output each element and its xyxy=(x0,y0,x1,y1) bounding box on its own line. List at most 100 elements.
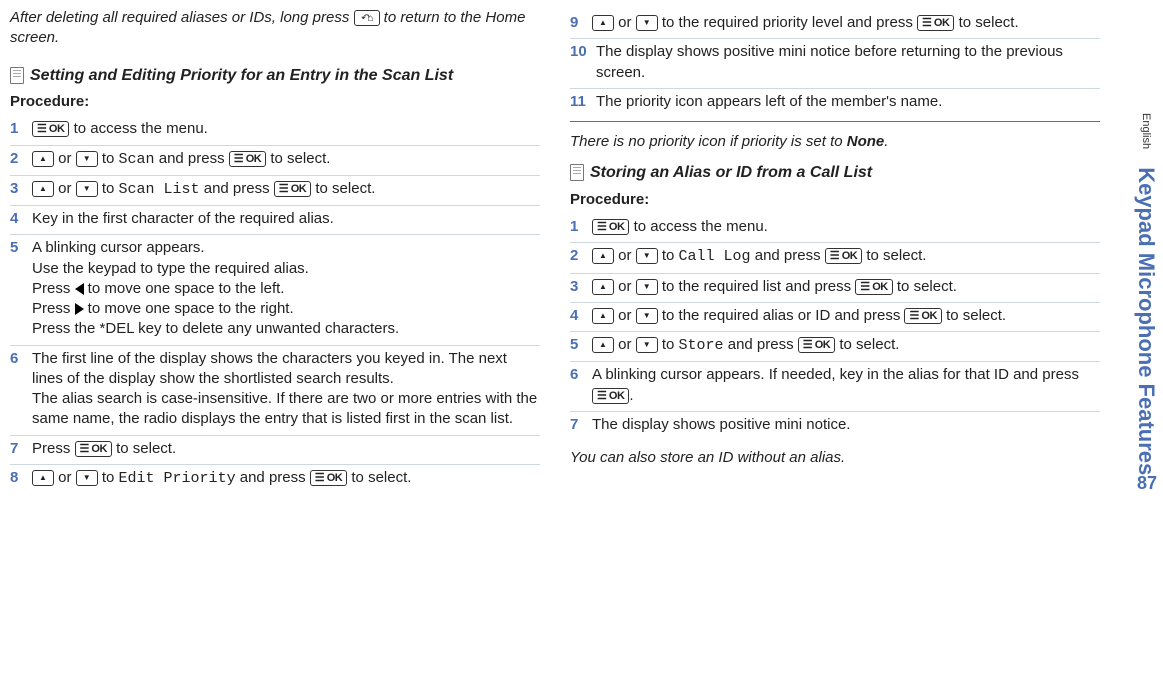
up-arrow-key-icon xyxy=(592,248,614,264)
side-tab: English Keypad Microphone Features xyxy=(1129,0,1163,640)
r-step-7: 7 The display shows positive mini notice… xyxy=(570,411,1100,438)
step-number: 8 xyxy=(10,468,32,488)
step-8: 8 or to Edit Priority and press ☰ OK to … xyxy=(10,464,540,492)
section1-text: Setting and Editing Priority for an Entr… xyxy=(30,67,453,84)
ok-key-icon: ☰ OK xyxy=(825,248,862,264)
step-number: 1 xyxy=(570,217,592,237)
step-body: or to Store and press ☰ OK to select. xyxy=(592,335,1100,356)
procedure-label-1: Procedure: xyxy=(10,92,540,112)
ok-key-icon: ☰ OK xyxy=(855,279,892,295)
step-number: 7 xyxy=(10,439,32,459)
ok-key-icon: ☰ OK xyxy=(917,15,954,31)
step-body: or to Edit Priority and press ☰ OK to se… xyxy=(32,468,540,489)
step-body: The display shows positive mini notice. xyxy=(592,415,1100,435)
ok-key-icon: ☰ OK xyxy=(798,337,835,353)
section-heading-1: Setting and Editing Priority for an Entr… xyxy=(30,65,540,87)
step-number: 2 xyxy=(570,246,592,266)
step-body: The first line of the display shows the … xyxy=(32,349,540,430)
step-2: 2 or to Scan and press ☰ OK to select. xyxy=(10,145,540,173)
menu-target: Scan List xyxy=(119,181,200,198)
step-number: 1 xyxy=(10,119,32,139)
step-1: 1 ☰ OK to access the menu. xyxy=(10,116,540,142)
ok-key-icon: ☰ OK xyxy=(75,441,112,457)
menu-target: Edit Priority xyxy=(119,470,236,487)
divider xyxy=(570,121,1100,122)
ok-key-icon: ☰ OK xyxy=(32,121,69,137)
step-number: 2 xyxy=(10,149,32,169)
up-arrow-key-icon xyxy=(592,308,614,324)
ok-key-icon: ☰ OK xyxy=(310,470,347,486)
step-body: ☰ OK to access the menu. xyxy=(592,217,1100,237)
step-5: 5 A blinking cursor appears. Use the key… xyxy=(10,234,540,342)
step-number: 7 xyxy=(570,415,592,435)
down-arrow-key-icon xyxy=(636,248,658,264)
step-body: or to Call Log and press ☰ OK to select. xyxy=(592,246,1100,267)
r-step-1: 1 ☰ OK to access the menu. xyxy=(570,214,1100,240)
step-3: 3 or to Scan List and press ☰ OK to sele… xyxy=(10,175,540,203)
document-icon xyxy=(570,164,584,181)
home-key-icon xyxy=(354,10,380,26)
down-arrow-key-icon xyxy=(636,308,658,324)
menu-target: Store xyxy=(679,337,724,354)
r-step-4: 4 or to the required alias or ID and pre… xyxy=(570,302,1100,329)
page-number: 87 xyxy=(1137,473,1157,494)
step-number: 5 xyxy=(10,238,32,258)
step-7: 7 Press ☰ OK to select. xyxy=(10,435,540,462)
step-number: 4 xyxy=(10,209,32,229)
step-4: 4 Key in the first character of the requ… xyxy=(10,205,540,232)
section-heading-2: Storing an Alias or ID from a Call List xyxy=(590,162,1100,184)
step-number: 11 xyxy=(570,92,596,112)
down-arrow-key-icon xyxy=(636,337,658,353)
step-number: 10 xyxy=(570,42,596,62)
ok-key-icon: ☰ OK xyxy=(274,181,311,197)
step-6: 6 The first line of the display shows th… xyxy=(10,345,540,433)
step-body: or to Scan List and press ☰ OK to select… xyxy=(32,179,540,200)
menu-target: Scan xyxy=(119,151,155,168)
down-arrow-key-icon xyxy=(76,470,98,486)
step-number: 6 xyxy=(10,349,32,369)
ok-key-icon: ☰ OK xyxy=(904,308,941,324)
note-2: You can also store an ID without an alia… xyxy=(570,448,1100,468)
procedure-label-2: Procedure: xyxy=(570,190,1100,210)
step-number: 9 xyxy=(570,13,592,33)
r-step-3: 3 or to the required list and press ☰ OK… xyxy=(570,273,1100,300)
ok-key-icon: ☰ OK xyxy=(592,388,629,404)
down-arrow-key-icon xyxy=(636,15,658,31)
step-body: or to the required list and press ☰ OK t… xyxy=(592,277,1100,297)
step-body: ☰ OK to access the menu. xyxy=(32,119,540,139)
r-step-6: 6 A blinking cursor appears. If needed, … xyxy=(570,361,1100,409)
step-number: 3 xyxy=(10,179,32,199)
ok-key-icon: ☰ OK xyxy=(229,151,266,167)
note-1: There is no priority icon if priority is… xyxy=(570,132,1100,152)
step-body: or to the required priority level and pr… xyxy=(592,13,1100,33)
step-body: or to the required alias or ID and press… xyxy=(592,306,1100,326)
r-step-2: 2 or to Call Log and press ☰ OK to selec… xyxy=(570,242,1100,270)
step-number: 6 xyxy=(570,365,592,385)
step-11: 11 The priority icon appears left of the… xyxy=(570,88,1100,115)
step-body: Key in the first character of the requir… xyxy=(32,209,540,229)
down-arrow-key-icon xyxy=(76,151,98,167)
down-arrow-key-icon xyxy=(76,181,98,197)
side-tab-text: English Keypad Microphone Features xyxy=(1133,0,1159,582)
left-arrow-icon xyxy=(75,283,84,295)
menu-target: Call Log xyxy=(679,248,751,265)
right-column: 9 or to the required priority level and … xyxy=(570,8,1100,494)
up-arrow-key-icon xyxy=(32,181,54,197)
step-number: 3 xyxy=(570,277,592,297)
up-arrow-key-icon xyxy=(592,15,614,31)
tab-title: Keypad Microphone Features xyxy=(1134,167,1159,475)
up-arrow-key-icon xyxy=(32,151,54,167)
step-9: 9 or to the required priority level and … xyxy=(570,10,1100,36)
right-arrow-icon xyxy=(75,303,84,315)
r-step-5: 5 or to Store and press ☰ OK to select. xyxy=(570,331,1100,359)
step-body: The display shows positive mini notice b… xyxy=(596,42,1100,83)
step-body: A blinking cursor appears. Use the keypa… xyxy=(32,238,540,339)
intro-text: After deleting all required aliases or I… xyxy=(10,8,540,49)
ok-key-icon: ☰ OK xyxy=(592,219,629,235)
step-body: Press ☰ OK to select. xyxy=(32,439,540,459)
step-body: The priority icon appears left of the me… xyxy=(596,92,1100,112)
step-10: 10 The display shows positive mini notic… xyxy=(570,38,1100,86)
up-arrow-key-icon xyxy=(592,279,614,295)
none-label: None xyxy=(847,133,885,150)
left-column: After deleting all required aliases or I… xyxy=(10,8,540,494)
